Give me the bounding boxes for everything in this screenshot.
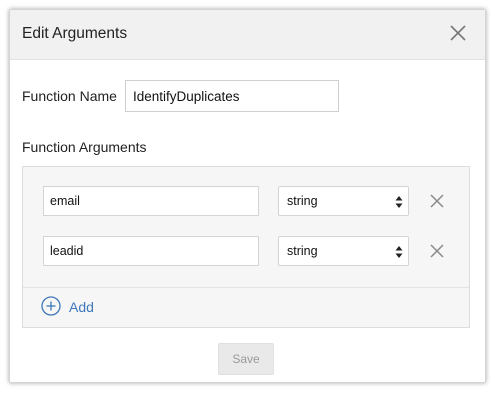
save-button[interactable]: Save <box>218 343 274 375</box>
remove-argument-icon[interactable] <box>429 193 445 209</box>
select-arrows-icon <box>395 246 403 258</box>
argument-type-value: string <box>287 194 318 208</box>
close-icon[interactable] <box>447 22 469 44</box>
arguments-panel: string string <box>22 166 470 328</box>
panel-divider <box>23 287 469 288</box>
add-argument-label: Add <box>69 299 94 315</box>
argument-type-value: string <box>287 244 318 258</box>
dialog-title: Edit Arguments <box>22 25 128 42</box>
argument-row: string <box>23 236 469 268</box>
argument-type-select[interactable]: string <box>278 186 409 216</box>
edit-arguments-dialog: Edit Arguments Function Name Function Ar… <box>9 9 486 383</box>
argument-name-input[interactable] <box>43 186 259 216</box>
argument-name-input[interactable] <box>43 236 259 266</box>
dialog-header: Edit Arguments <box>10 10 485 60</box>
argument-type-select[interactable]: string <box>278 236 409 266</box>
function-name-label: Function Name <box>22 88 117 104</box>
function-arguments-label: Function Arguments <box>22 139 147 155</box>
select-arrows-icon <box>395 196 403 208</box>
remove-argument-icon[interactable] <box>429 243 445 259</box>
function-name-input[interactable] <box>125 80 339 112</box>
plus-circle-icon <box>41 296 61 316</box>
argument-row: string <box>23 186 469 218</box>
